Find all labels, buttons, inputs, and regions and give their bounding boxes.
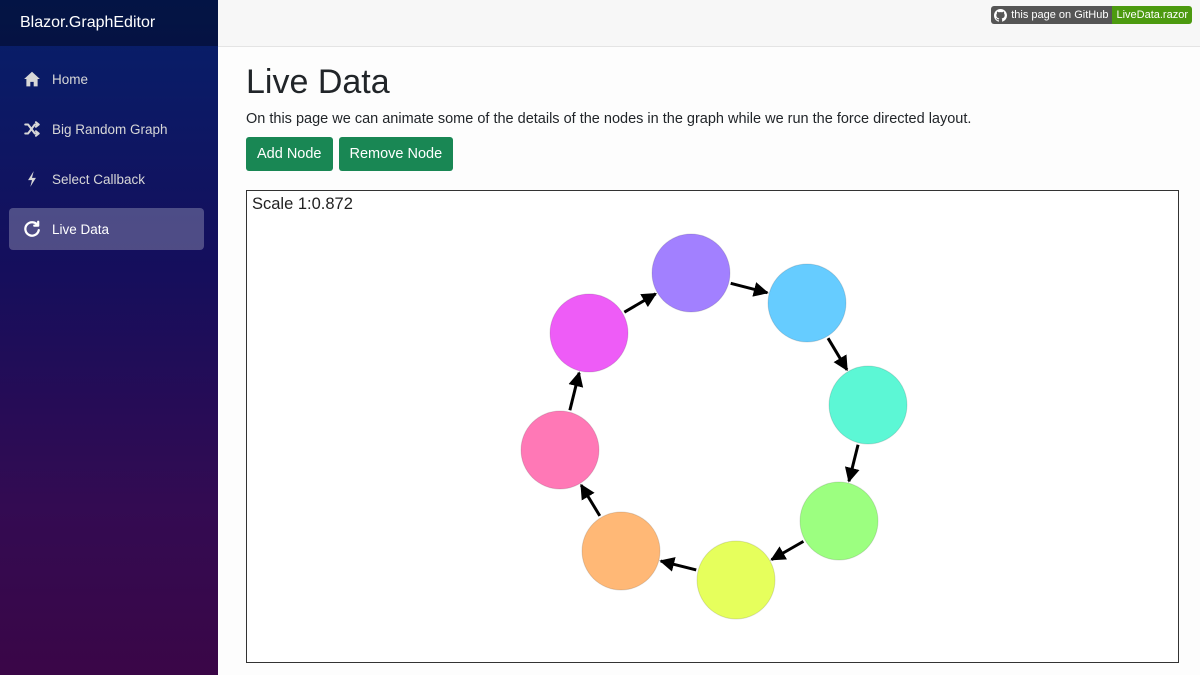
app-brand[interactable]: Blazor.GraphEditor — [20, 14, 155, 32]
lightning-icon — [23, 170, 41, 188]
brand-bar: Blazor.GraphEditor — [0, 0, 218, 46]
graph-node-teal[interactable] — [828, 365, 908, 445]
file-label[interactable]: LiveData.razor — [1112, 6, 1192, 24]
home-icon — [23, 70, 41, 88]
graph-edge-green-yellow[interactable] — [770, 540, 805, 561]
shuffle-icon — [23, 120, 41, 138]
main-content: Live Data On this page we can animate so… — [246, 47, 1200, 675]
graph-canvas[interactable]: Scale 1:0.872 — [246, 190, 1179, 663]
graph-node-yellow[interactable] — [696, 540, 776, 620]
graph-svg[interactable] — [247, 191, 1180, 664]
nav-item-label: Select Callback — [52, 171, 146, 187]
nav-item-home[interactable]: Home — [9, 58, 204, 100]
github-link[interactable]: this page on GitHub — [991, 6, 1113, 24]
button-row: Add Node Remove Node — [246, 137, 1200, 171]
graph-edge-yellow-orange[interactable] — [659, 557, 697, 572]
sidebar: Blazor.GraphEditor Home Big Random Graph… — [0, 0, 218, 675]
graph-edge-pink-magenta[interactable] — [568, 371, 584, 411]
page-title: Live Data — [246, 63, 390, 101]
nav-item-big-random-graph[interactable]: Big Random Graph — [9, 108, 204, 150]
nav-item-select-callback[interactable]: Select Callback — [9, 158, 204, 200]
nav-menu: Home Big Random Graph Select Callback Li… — [0, 46, 218, 250]
graph-edge-purple-blue[interactable] — [730, 281, 769, 297]
nav-item-label: Live Data — [52, 221, 110, 237]
graph-edge-magenta-purple[interactable] — [623, 292, 657, 314]
nav-item-label: Home — [52, 71, 89, 87]
github-icon — [994, 8, 1008, 22]
graph-edge-blue-teal[interactable] — [826, 337, 849, 372]
graph-node-pink[interactable] — [520, 410, 600, 490]
graph-node-magenta[interactable] — [549, 293, 629, 373]
nav-item-live-data[interactable]: Live Data — [9, 208, 204, 250]
graph-node-green[interactable] — [799, 481, 879, 561]
add-node-button[interactable]: Add Node — [246, 137, 333, 171]
github-badge[interactable]: this page on GitHub LiveData.razor — [991, 6, 1192, 24]
remove-node-button[interactable]: Remove Node — [338, 137, 454, 171]
graph-node-orange[interactable] — [581, 511, 661, 591]
refresh-icon — [23, 220, 41, 238]
graph-edge-teal-green[interactable] — [844, 444, 860, 483]
page-description: On this page we can animate some of the … — [246, 111, 972, 127]
top-bar: this page on GitHub LiveData.razor — [218, 0, 1200, 47]
graph-node-purple[interactable] — [651, 233, 731, 313]
graph-node-blue[interactable] — [767, 263, 847, 343]
graph-edge-orange-pink[interactable] — [579, 483, 602, 517]
nav-item-label: Big Random Graph — [52, 121, 168, 137]
github-label: this page on GitHub — [1011, 9, 1109, 21]
